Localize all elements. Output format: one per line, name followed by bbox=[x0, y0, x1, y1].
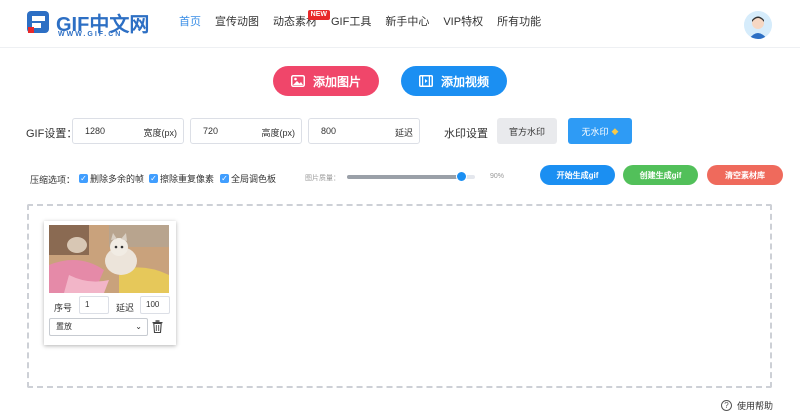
cat-photo-thumbnail bbox=[49, 225, 169, 293]
gif-delay-unit: 延迟 bbox=[394, 128, 413, 138]
site-logo[interactable]: GIF中文网 WWW.GIF.CN bbox=[26, 8, 156, 40]
frame-index-input[interactable]: 1 bbox=[79, 296, 109, 314]
gif-width-unit: 宽度(px) bbox=[143, 128, 178, 138]
create-generate-gif-label: 创建生成gif bbox=[639, 170, 682, 180]
image-icon bbox=[290, 75, 305, 87]
no-watermark-button[interactable]: 无水印 ◆ bbox=[568, 118, 632, 144]
clear-library-button[interactable]: 清空素材库 bbox=[707, 165, 783, 185]
frame-delay-input[interactable]: 100 bbox=[140, 296, 170, 314]
checkbox-checked-icon: ✓ bbox=[220, 174, 229, 183]
official-watermark-label: 官方水印 bbox=[508, 126, 545, 137]
frame-position-selected: 置放 bbox=[56, 322, 72, 331]
watermark-settings-label: 水印设置 bbox=[444, 128, 488, 140]
nav-beginner-center[interactable]: 新手中心 bbox=[378, 0, 436, 48]
logo-subtext: WWW.GIF.CN bbox=[58, 31, 123, 38]
compression-options-label: 压缩选项： bbox=[30, 175, 76, 185]
help-label: 使用帮助 bbox=[737, 401, 774, 411]
trash-icon[interactable] bbox=[152, 320, 163, 333]
create-generate-gif-button[interactable]: 创建生成gif bbox=[623, 165, 698, 185]
diamond-icon: ◆ bbox=[611, 125, 619, 136]
gif-width-field[interactable]: 1280 宽度(px) bbox=[72, 118, 184, 144]
no-watermark-label: 无水印 bbox=[581, 126, 609, 137]
gif-settings-label: GIF设置： bbox=[26, 128, 78, 140]
global-palette-checkbox[interactable]: ✓ 全局调色板 bbox=[220, 172, 276, 185]
frame-index-label: 序号 bbox=[54, 303, 73, 313]
top-header: GIF中文网 WWW.GIF.CN 首页 宣传动图 动态素材 NEW GIF工具 … bbox=[0, 0, 800, 48]
official-watermark-button[interactable]: 官方水印 bbox=[497, 118, 557, 144]
nav-promo-gifs[interactable]: 宣传动图 bbox=[208, 0, 266, 48]
image-quality-slider[interactable] bbox=[347, 171, 475, 182]
slider-thumb[interactable] bbox=[456, 171, 468, 182]
nav-vip[interactable]: VIP特权 bbox=[436, 0, 490, 48]
nav-dynamic-materials[interactable]: 动态素材 NEW bbox=[266, 0, 330, 48]
add-image-label: 添加图片 bbox=[312, 74, 361, 89]
avatar-icon bbox=[744, 11, 772, 39]
add-video-button[interactable]: 添加视频 bbox=[401, 66, 507, 96]
global-palette-label: 全局调色板 bbox=[231, 174, 277, 184]
checkbox-checked-icon: ✓ bbox=[149, 174, 158, 183]
nav-all-features[interactable]: 所有功能 bbox=[490, 0, 548, 48]
user-avatar[interactable] bbox=[744, 11, 772, 39]
gif-height-unit: 高度(px) bbox=[261, 128, 296, 138]
chevron-down-icon: ⌄ bbox=[135, 322, 142, 331]
checkbox-checked-icon: ✓ bbox=[79, 174, 88, 183]
help-link[interactable]: ? 使用帮助 bbox=[721, 399, 773, 412]
nav-home[interactable]: 首页 bbox=[172, 0, 208, 48]
slider-fill bbox=[347, 175, 463, 179]
erase-duplicate-pixels-label: 擦除重复像素 bbox=[160, 174, 215, 184]
film-icon bbox=[418, 75, 433, 87]
logo-icon bbox=[27, 11, 49, 33]
remove-redundant-frames-label: 删除多余的帧 bbox=[90, 174, 145, 184]
frame-position-select[interactable]: 置放 ⌄ bbox=[49, 318, 148, 336]
gif-delay-value: 800 bbox=[321, 126, 337, 136]
start-generate-gif-button[interactable]: 开始生成gif bbox=[540, 165, 615, 185]
gif-height-field[interactable]: 720 高度(px) bbox=[190, 118, 302, 144]
gif-height-value: 720 bbox=[203, 126, 219, 136]
image-quality-value: 90% bbox=[490, 173, 505, 180]
gif-delay-field[interactable]: 800 延迟 bbox=[308, 118, 420, 144]
erase-duplicate-pixels-checkbox[interactable]: ✓ 擦除重复像素 bbox=[149, 172, 214, 185]
gif-width-value: 1280 bbox=[85, 126, 106, 136]
add-image-button[interactable]: 添加图片 bbox=[273, 66, 379, 96]
remove-redundant-frames-checkbox[interactable]: ✓ 删除多余的帧 bbox=[79, 172, 144, 185]
main-nav: 首页 宣传动图 动态素材 NEW GIF工具 新手中心 VIP特权 所有功能 bbox=[172, 0, 548, 48]
frame-thumbnail bbox=[49, 225, 169, 293]
frame-delay-label: 延迟 bbox=[116, 303, 135, 313]
start-generate-gif-label: 开始生成gif bbox=[556, 170, 599, 180]
question-icon: ? bbox=[721, 400, 732, 411]
image-quality-label: 图片质量： bbox=[305, 175, 340, 182]
nav-gif-tools[interactable]: GIF工具 bbox=[324, 0, 378, 48]
clear-library-label: 清空素材库 bbox=[725, 170, 765, 180]
add-video-label: 添加视频 bbox=[440, 74, 489, 89]
